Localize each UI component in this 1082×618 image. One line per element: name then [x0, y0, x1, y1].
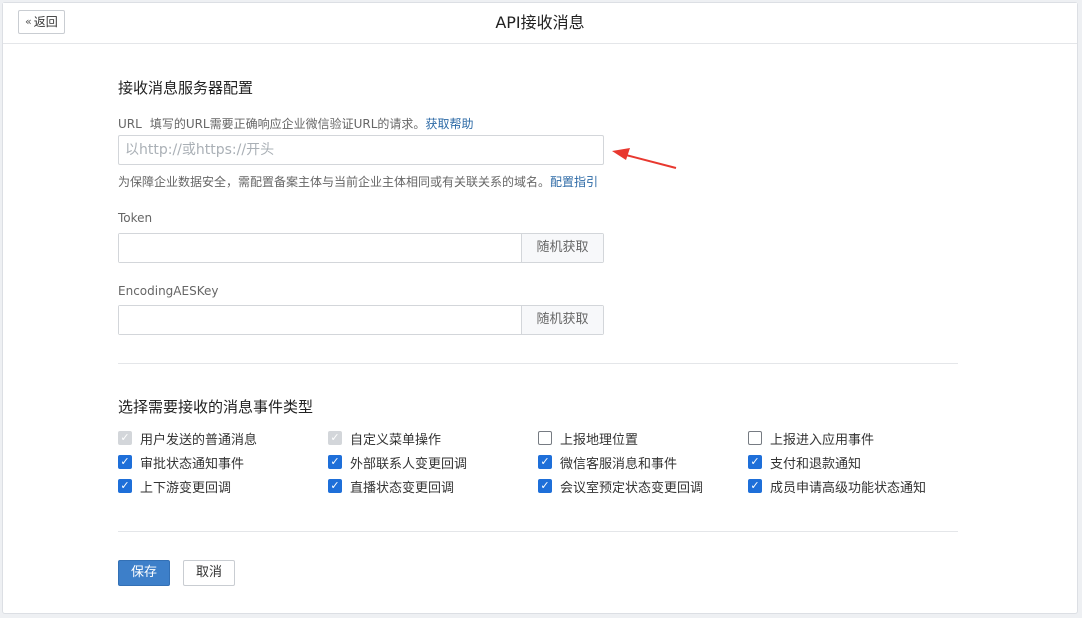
- event-option-label: 支付和退款通知: [770, 456, 862, 472]
- server-config-title: 接收消息服务器配置: [118, 79, 254, 97]
- checkbox: ✓: [328, 431, 342, 445]
- checkbox[interactable]: ✓: [748, 455, 762, 469]
- event-type-grid: ✓ 用户发送的普通消息 ✓ 自定义菜单操作 上报地理位置 上报进入应用事件 ✓ 审批状态通知事…: [118, 430, 958, 496]
- aes-key-field-group: 随机获取: [118, 305, 604, 335]
- event-option[interactable]: 上报地理位置: [538, 430, 748, 448]
- url-input[interactable]: [118, 135, 604, 165]
- event-option-label: 成员申请高级功能状态通知: [770, 480, 927, 496]
- event-option-label: 上报地理位置: [560, 432, 639, 448]
- event-option[interactable]: ✓ 审批状态通知事件: [118, 454, 328, 472]
- url-label: URL: [118, 117, 142, 131]
- aes-key-label: EncodingAESKey: [118, 284, 219, 298]
- checkbox: ✓: [118, 431, 132, 445]
- checkbox[interactable]: [748, 431, 762, 445]
- event-option[interactable]: ✓ 微信客服消息和事件: [538, 454, 748, 472]
- event-option[interactable]: 上报进入应用事件: [748, 430, 958, 448]
- annotation-arrow-icon: [612, 148, 677, 169]
- event-option[interactable]: ✓ 上下游变更回调: [118, 478, 328, 496]
- domain-note-row: 为保障企业数据安全，需配置备案主体与当前企业主体相同或有关联关系的域名。配置指引: [118, 173, 598, 190]
- event-option[interactable]: ✓ 支付和退款通知: [748, 454, 958, 472]
- events-title: 选择需要接收的消息事件类型: [118, 398, 314, 416]
- event-option-label: 上下游变更回调: [140, 480, 232, 496]
- event-option-label: 审批状态通知事件: [140, 456, 245, 472]
- checkbox[interactable]: ✓: [538, 455, 552, 469]
- header-bar: « 返回 API接收消息: [3, 3, 1077, 44]
- aes-key-random-button[interactable]: 随机获取: [521, 306, 603, 334]
- event-option: ✓ 自定义菜单操作: [328, 430, 538, 448]
- event-option-label: 自定义菜单操作: [350, 432, 442, 448]
- token-field-group: 随机获取: [118, 233, 604, 263]
- event-option[interactable]: ✓ 外部联系人变更回调: [328, 454, 538, 472]
- checkbox[interactable]: ✓: [748, 479, 762, 493]
- url-label-row: URL 填写的URL需要正确响应企业微信验证URL的请求。获取帮助: [118, 115, 473, 132]
- checkbox[interactable]: ✓: [538, 479, 552, 493]
- event-option[interactable]: ✓ 会议室预定状态变更回调: [538, 478, 748, 496]
- checkbox[interactable]: ✓: [118, 455, 132, 469]
- event-option-label: 会议室预定状态变更回调: [560, 480, 704, 496]
- event-option: ✓ 用户发送的普通消息: [118, 430, 328, 448]
- domain-note: 为保障企业数据安全，需配置备案主体与当前企业主体相同或有关联关系的域名。: [118, 175, 551, 189]
- event-option-label: 外部联系人变更回调: [350, 456, 468, 472]
- divider: [118, 531, 958, 532]
- token-random-button[interactable]: 随机获取: [521, 234, 603, 262]
- event-option-label: 直播状态变更回调: [350, 480, 455, 496]
- help-link[interactable]: 获取帮助: [425, 117, 473, 131]
- page-title: API接收消息: [495, 13, 585, 32]
- token-label: Token: [118, 211, 153, 225]
- event-option-label: 用户发送的普通消息: [140, 432, 258, 448]
- divider: [118, 363, 958, 364]
- save-button[interactable]: 保存: [118, 560, 170, 586]
- event-option-label: 微信客服消息和事件: [560, 456, 678, 472]
- checkbox[interactable]: [538, 431, 552, 445]
- event-option[interactable]: ✓ 直播状态变更回调: [328, 478, 538, 496]
- aes-key-input[interactable]: [119, 306, 521, 334]
- event-option[interactable]: ✓ 成员申请高级功能状态通知: [748, 478, 958, 496]
- checkbox[interactable]: ✓: [328, 479, 342, 493]
- cancel-button[interactable]: 取消: [183, 560, 235, 586]
- token-input[interactable]: [119, 234, 521, 262]
- event-option-label: 上报进入应用事件: [770, 432, 875, 448]
- url-hint: 填写的URL需要正确响应企业微信验证URL的请求。: [149, 117, 426, 131]
- checkbox[interactable]: ✓: [118, 479, 132, 493]
- config-guide-link[interactable]: 配置指引: [550, 175, 598, 189]
- checkbox[interactable]: ✓: [328, 455, 342, 469]
